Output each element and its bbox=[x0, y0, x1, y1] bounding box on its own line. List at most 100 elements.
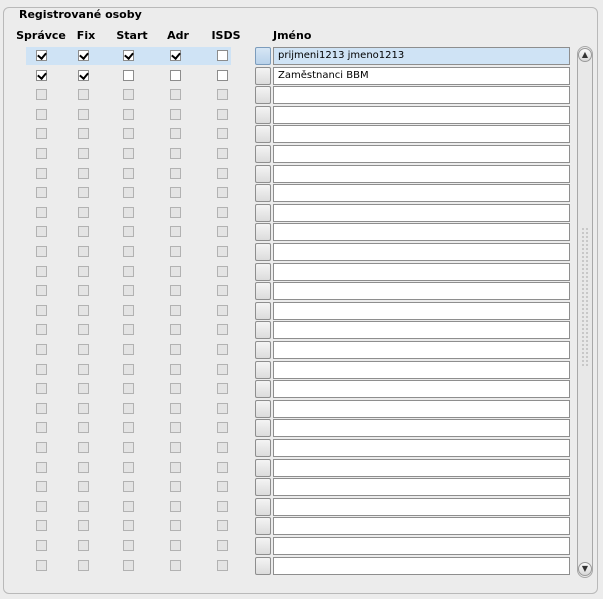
adr-checkbox[interactable] bbox=[170, 109, 181, 120]
name-field[interactable] bbox=[273, 165, 570, 183]
start-checkbox[interactable] bbox=[123, 383, 134, 394]
adr-checkbox[interactable] bbox=[170, 50, 181, 61]
name-field[interactable] bbox=[273, 145, 570, 163]
name-field[interactable] bbox=[273, 459, 570, 477]
vertical-scrollbar[interactable]: ▲ ▼ bbox=[577, 46, 593, 578]
row-select-button[interactable] bbox=[255, 439, 271, 457]
row-select-button[interactable] bbox=[255, 165, 271, 183]
name-field[interactable] bbox=[273, 125, 570, 143]
name-field[interactable] bbox=[273, 557, 570, 575]
name-field[interactable] bbox=[273, 537, 570, 555]
name-field[interactable] bbox=[273, 302, 570, 320]
spravce-checkbox[interactable] bbox=[36, 50, 47, 61]
start-checkbox[interactable] bbox=[123, 148, 134, 159]
start-checkbox[interactable] bbox=[123, 462, 134, 473]
fix-checkbox[interactable] bbox=[78, 128, 89, 139]
adr-checkbox[interactable] bbox=[170, 266, 181, 277]
row-select-button[interactable] bbox=[255, 204, 271, 222]
start-checkbox[interactable] bbox=[123, 305, 134, 316]
row-select-button[interactable] bbox=[255, 419, 271, 437]
adr-checkbox[interactable] bbox=[170, 285, 181, 296]
spravce-checkbox[interactable] bbox=[36, 403, 47, 414]
adr-checkbox[interactable] bbox=[170, 560, 181, 571]
isds-checkbox[interactable] bbox=[217, 520, 228, 531]
fix-checkbox[interactable] bbox=[78, 285, 89, 296]
isds-checkbox[interactable] bbox=[217, 168, 228, 179]
row-select-button[interactable] bbox=[255, 341, 271, 359]
name-field[interactable] bbox=[273, 419, 570, 437]
isds-checkbox[interactable] bbox=[217, 364, 228, 375]
adr-checkbox[interactable] bbox=[170, 481, 181, 492]
row-select-button[interactable] bbox=[255, 184, 271, 202]
spravce-checkbox[interactable] bbox=[36, 285, 47, 296]
row-select-button[interactable] bbox=[255, 321, 271, 339]
row-select-button[interactable] bbox=[255, 125, 271, 143]
fix-checkbox[interactable] bbox=[78, 383, 89, 394]
start-checkbox[interactable] bbox=[123, 89, 134, 100]
fix-checkbox[interactable] bbox=[78, 403, 89, 414]
table-row[interactable] bbox=[0, 321, 570, 341]
adr-checkbox[interactable] bbox=[170, 442, 181, 453]
fix-checkbox[interactable] bbox=[78, 481, 89, 492]
spravce-checkbox[interactable] bbox=[36, 422, 47, 433]
adr-checkbox[interactable] bbox=[170, 324, 181, 335]
adr-checkbox[interactable] bbox=[170, 422, 181, 433]
scroll-down-arrow-icon[interactable]: ▼ bbox=[578, 562, 592, 576]
row-select-button[interactable] bbox=[255, 498, 271, 516]
fix-checkbox[interactable] bbox=[78, 305, 89, 316]
adr-checkbox[interactable] bbox=[170, 246, 181, 257]
start-checkbox[interactable] bbox=[123, 481, 134, 492]
adr-checkbox[interactable] bbox=[170, 207, 181, 218]
name-field[interactable]: Zaměstnanci BBM bbox=[273, 67, 570, 85]
name-field[interactable] bbox=[273, 439, 570, 457]
adr-checkbox[interactable] bbox=[170, 168, 181, 179]
isds-checkbox[interactable] bbox=[217, 226, 228, 237]
isds-checkbox[interactable] bbox=[217, 481, 228, 492]
name-field[interactable] bbox=[273, 106, 570, 124]
adr-checkbox[interactable] bbox=[170, 501, 181, 512]
start-checkbox[interactable] bbox=[123, 344, 134, 355]
table-row[interactable] bbox=[0, 537, 570, 557]
start-checkbox[interactable] bbox=[123, 442, 134, 453]
isds-checkbox[interactable] bbox=[217, 501, 228, 512]
adr-checkbox[interactable] bbox=[170, 364, 181, 375]
table-row[interactable] bbox=[0, 478, 570, 498]
scroll-grip-icon[interactable] bbox=[581, 227, 589, 367]
isds-checkbox[interactable] bbox=[217, 207, 228, 218]
fix-checkbox[interactable] bbox=[78, 168, 89, 179]
adr-checkbox[interactable] bbox=[170, 187, 181, 198]
table-row[interactable] bbox=[0, 145, 570, 165]
start-checkbox[interactable] bbox=[123, 168, 134, 179]
row-select-button[interactable] bbox=[255, 537, 271, 555]
fix-checkbox[interactable] bbox=[78, 246, 89, 257]
adr-checkbox[interactable] bbox=[170, 462, 181, 473]
name-field[interactable] bbox=[273, 282, 570, 300]
row-select-button[interactable] bbox=[255, 86, 271, 104]
row-select-button[interactable] bbox=[255, 263, 271, 281]
isds-checkbox[interactable] bbox=[217, 403, 228, 414]
start-checkbox[interactable] bbox=[123, 246, 134, 257]
spravce-checkbox[interactable] bbox=[36, 187, 47, 198]
name-field[interactable] bbox=[273, 380, 570, 398]
row-select-button[interactable] bbox=[255, 145, 271, 163]
table-row[interactable]: Zaměstnanci BBM bbox=[0, 67, 570, 87]
name-field[interactable] bbox=[273, 478, 570, 496]
fix-checkbox[interactable] bbox=[78, 442, 89, 453]
start-checkbox[interactable] bbox=[123, 403, 134, 414]
spravce-checkbox[interactable] bbox=[36, 148, 47, 159]
fix-checkbox[interactable] bbox=[78, 109, 89, 120]
spravce-checkbox[interactable] bbox=[36, 305, 47, 316]
isds-checkbox[interactable] bbox=[217, 109, 228, 120]
table-row[interactable] bbox=[0, 498, 570, 518]
adr-checkbox[interactable] bbox=[170, 70, 181, 81]
start-checkbox[interactable] bbox=[123, 560, 134, 571]
table-row[interactable] bbox=[0, 400, 570, 420]
row-select-button[interactable] bbox=[255, 243, 271, 261]
row-select-button[interactable] bbox=[255, 361, 271, 379]
start-checkbox[interactable] bbox=[123, 226, 134, 237]
row-select-button[interactable] bbox=[255, 67, 271, 85]
start-checkbox[interactable] bbox=[123, 50, 134, 61]
start-checkbox[interactable] bbox=[123, 128, 134, 139]
name-field[interactable] bbox=[273, 204, 570, 222]
row-select-button[interactable] bbox=[255, 282, 271, 300]
